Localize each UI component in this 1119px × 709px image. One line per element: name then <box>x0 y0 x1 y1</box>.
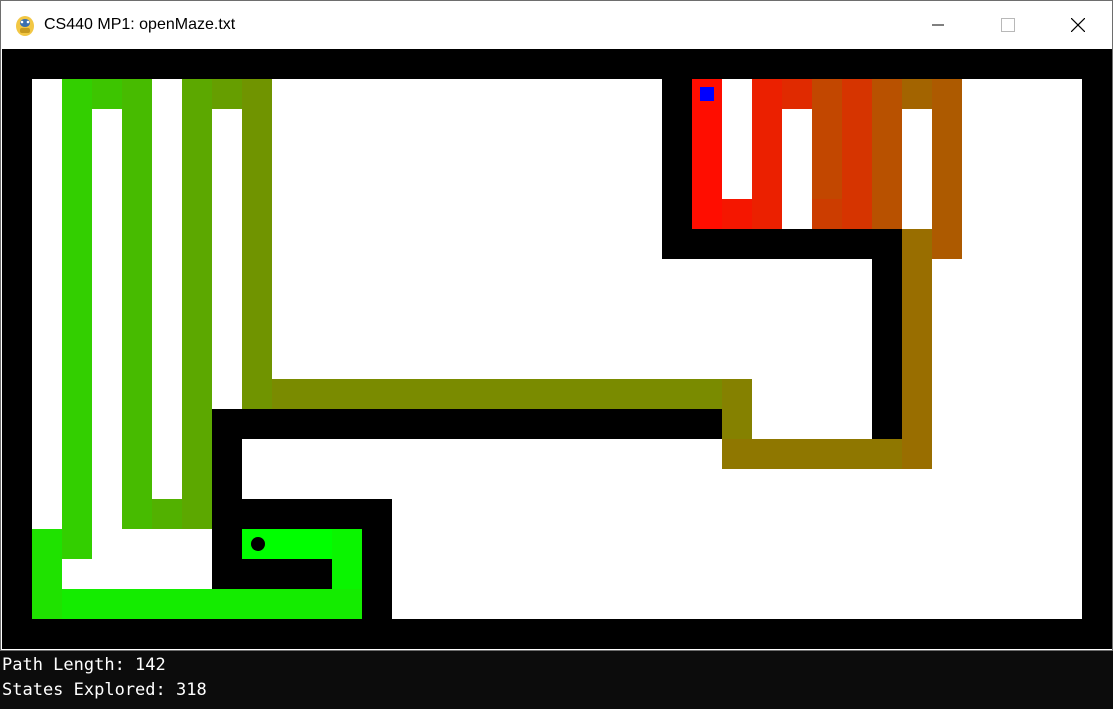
minimize-button[interactable] <box>915 1 961 49</box>
path-segment <box>842 79 872 229</box>
path-segment <box>722 439 932 469</box>
path-segment <box>752 79 782 229</box>
path-segment <box>62 79 92 559</box>
path-segment <box>32 529 62 619</box>
path-segment <box>272 379 752 409</box>
path-length-label: Path Length: 142 <box>2 655 166 675</box>
path-segment <box>32 589 362 619</box>
path-segment <box>692 79 722 229</box>
agent-marker <box>700 87 714 101</box>
minimize-icon <box>932 24 944 26</box>
maximize-icon <box>1001 18 1015 32</box>
path-segment <box>242 79 272 409</box>
maze-canvas <box>2 49 1112 649</box>
app-window: CS440 MP1: openMaze.txt <box>0 0 1113 651</box>
goal-dot <box>251 537 265 551</box>
path-segment <box>872 79 902 229</box>
stats-panel: Path Length: 142 States Explored: 318 <box>2 653 207 703</box>
path-segment <box>152 499 182 529</box>
background-window-edge <box>1113 0 1119 709</box>
close-icon <box>1071 18 1085 32</box>
path-segment <box>122 79 152 529</box>
python-app-icon <box>16 16 34 36</box>
path-segment <box>182 79 212 529</box>
close-button[interactable] <box>1055 1 1101 49</box>
path-segment <box>932 79 962 259</box>
window-title: CS440 MP1: openMaze.txt <box>44 16 236 33</box>
path-segment <box>902 229 932 469</box>
states-explored-label: States Explored: 318 <box>2 680 207 700</box>
maximize-button[interactable] <box>985 1 1031 49</box>
title-bar[interactable]: CS440 MP1: openMaze.txt <box>1 1 1112 49</box>
path-segment <box>722 379 752 439</box>
